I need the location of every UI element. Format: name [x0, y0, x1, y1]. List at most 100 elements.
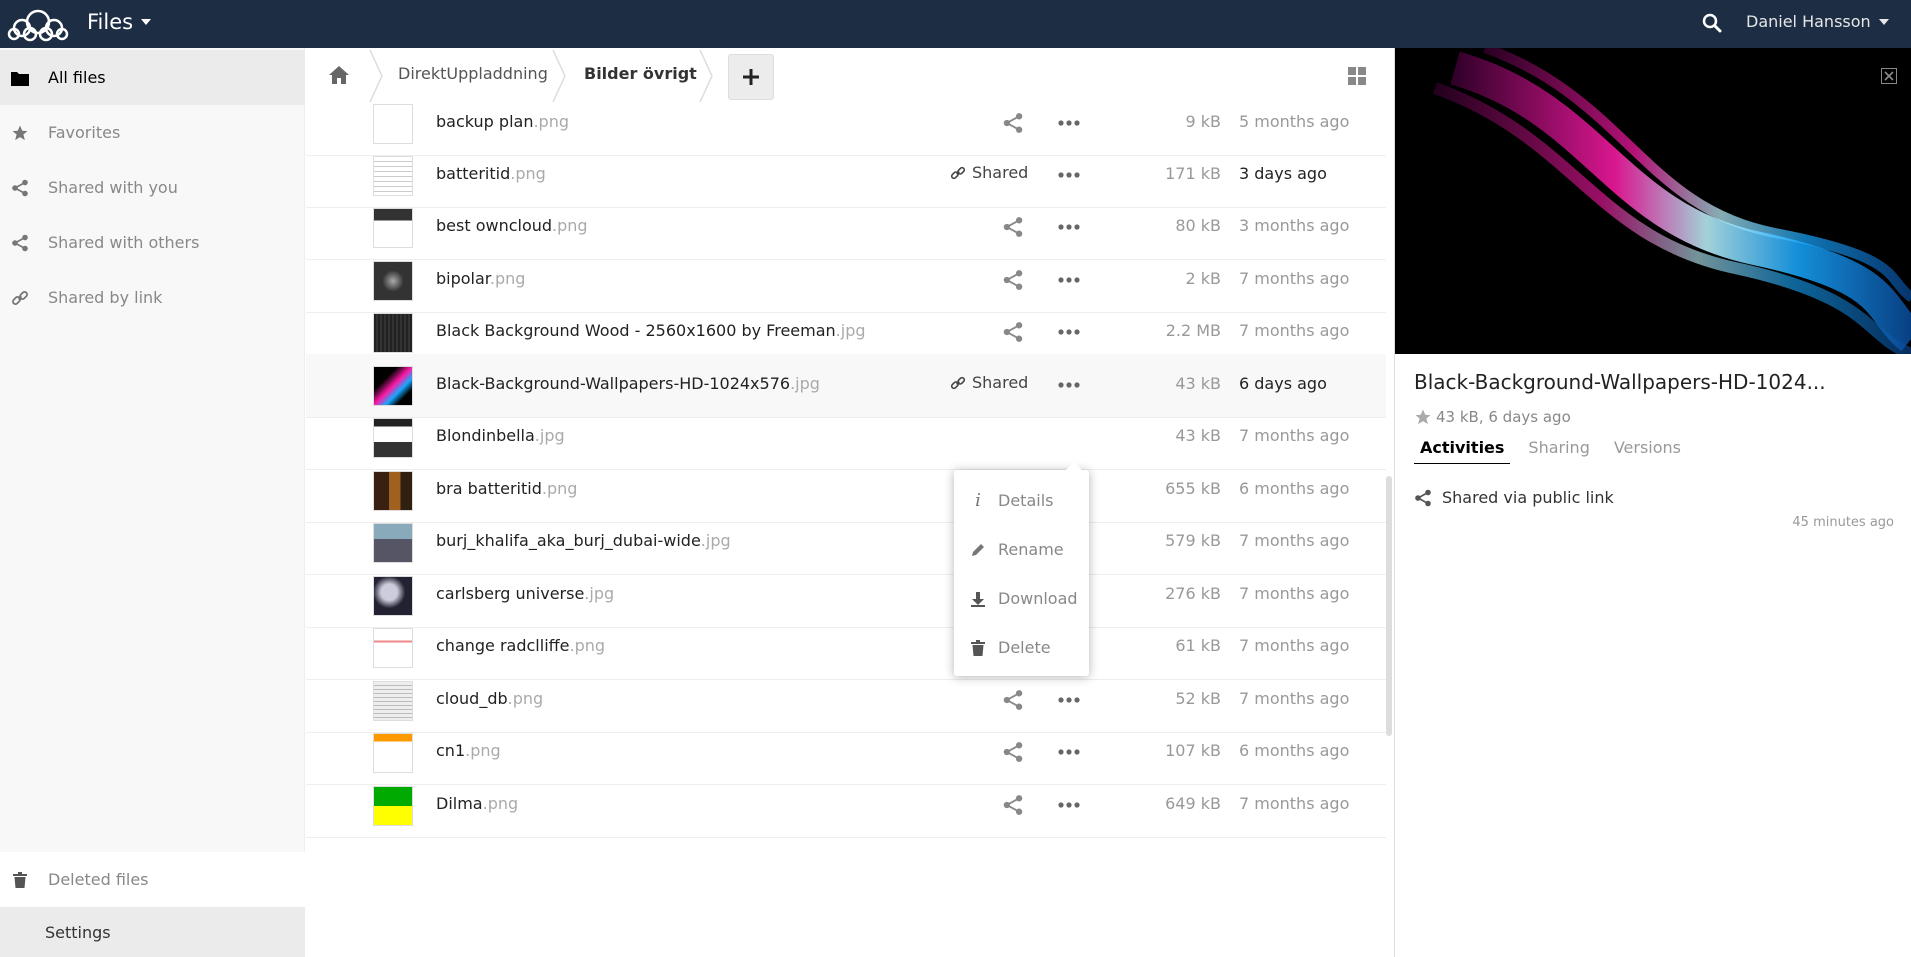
- more-actions-icon[interactable]: [1058, 118, 1080, 128]
- more-actions-icon[interactable]: [1058, 800, 1080, 810]
- menu-item-delete[interactable]: Delete: [954, 623, 1089, 672]
- download-icon: [968, 591, 988, 607]
- menu-item-rename[interactable]: Rename: [954, 525, 1089, 574]
- file-list-scrollbar[interactable]: [1386, 476, 1392, 736]
- more-actions-icon[interactable]: [1058, 170, 1080, 180]
- breadcrumb-current[interactable]: Bilder övrigt: [584, 64, 697, 83]
- sidebar-item-label: Deleted files: [48, 870, 149, 889]
- file-name[interactable]: burj_khalifa_aka_burj_dubai-wide.jpg: [436, 531, 731, 550]
- shared-button[interactable]: Shared: [950, 163, 1028, 182]
- user-name: Daniel Hansson: [1746, 12, 1871, 31]
- share-icon: [1415, 489, 1431, 506]
- file-name[interactable]: carlsberg universe.jpg: [436, 584, 614, 603]
- file-thumbnail[interactable]: [373, 156, 413, 196]
- info-icon: i: [975, 490, 981, 511]
- more-actions-icon[interactable]: [1058, 275, 1080, 285]
- file-name[interactable]: Black Background Wood - 2560x1600 by Fre…: [436, 321, 866, 340]
- file-name[interactable]: Blondinbella.jpg: [436, 426, 565, 445]
- file-name[interactable]: batteritid.png: [436, 164, 546, 183]
- share-icon[interactable]: [1002, 112, 1024, 134]
- menu-item-label: Details: [998, 491, 1054, 510]
- share-icon[interactable]: [1002, 216, 1024, 238]
- link-icon: [10, 288, 30, 308]
- file-name[interactable]: change radclliffe.png: [436, 636, 605, 655]
- file-thumbnail[interactable]: [373, 628, 413, 668]
- sidebar-item-favorites[interactable]: Favorites: [0, 105, 305, 160]
- file-name[interactable]: Black-Background-Wallpapers-HD-1024x576.…: [436, 374, 820, 393]
- file-name[interactable]: bipolar.png: [436, 269, 525, 288]
- tab-sharing[interactable]: Sharing: [1522, 438, 1595, 464]
- file-name[interactable]: best owncloud.png: [436, 216, 588, 235]
- file-row[interactable]: Dilma.png 649 kB 7 months ago: [306, 774, 1386, 838]
- file-basename: bipolar: [436, 269, 490, 288]
- sidebar-item-shared-with-others[interactable]: Shared with others: [0, 215, 305, 270]
- file-thumbnail[interactable]: [373, 366, 413, 406]
- file-thumbnail[interactable]: [373, 786, 413, 826]
- owncloud-logo[interactable]: [6, 4, 70, 44]
- app-menu-button[interactable]: Files: [87, 10, 152, 34]
- close-icon[interactable]: [1881, 68, 1897, 84]
- menu-item-download[interactable]: Download: [954, 574, 1089, 623]
- search-icon[interactable]: [1700, 11, 1724, 35]
- file-thumbnail[interactable]: [373, 104, 413, 144]
- caret-down-icon: [1878, 18, 1889, 25]
- breadcrumb-separator: [552, 50, 566, 102]
- file-size: 276 kB: [1165, 584, 1221, 603]
- more-actions-icon[interactable]: [1058, 747, 1080, 757]
- link-icon: [950, 166, 966, 179]
- home-icon[interactable]: [328, 64, 350, 86]
- more-actions-icon[interactable]: [1058, 222, 1080, 232]
- file-basename: Black-Background-Wallpapers-HD-1024x576: [436, 374, 791, 393]
- shared-button[interactable]: Shared: [950, 373, 1028, 392]
- grid-view-icon[interactable]: [1347, 66, 1367, 86]
- file-modified-date: 7 months ago: [1239, 269, 1350, 288]
- file-basename: change radclliffe: [436, 636, 570, 655]
- file-thumbnail[interactable]: [373, 261, 413, 301]
- file-thumbnail[interactable]: [373, 733, 413, 773]
- new-file-button[interactable]: [728, 54, 774, 100]
- file-thumbnail[interactable]: [373, 681, 413, 721]
- trash-icon: [968, 639, 988, 656]
- file-extension: .jpg: [835, 321, 866, 340]
- file-extension: .jpg: [534, 426, 565, 445]
- file-modified-date: 7 months ago: [1239, 426, 1350, 445]
- file-thumbnail[interactable]: [373, 576, 413, 616]
- file-size: 43 kB: [1175, 374, 1221, 393]
- file-thumbnail[interactable]: [373, 208, 413, 248]
- tab-versions[interactable]: Versions: [1608, 438, 1687, 464]
- file-name[interactable]: backup plan.png: [436, 112, 569, 131]
- file-name[interactable]: cloud_db.png: [436, 689, 543, 708]
- file-thumbnail[interactable]: [373, 523, 413, 563]
- share-icon[interactable]: [1002, 321, 1024, 343]
- share-icon[interactable]: [1002, 741, 1024, 763]
- menu-item-details[interactable]: i Details: [954, 476, 1089, 525]
- share-icon[interactable]: [1002, 269, 1024, 291]
- breadcrumb-item[interactable]: DirektUppladdning: [398, 64, 548, 83]
- file-thumbnail[interactable]: [373, 418, 413, 458]
- tab-activities[interactable]: Activities: [1414, 438, 1511, 464]
- sidebar-item-label: Shared by link: [48, 288, 163, 307]
- activity-timestamp: 45 minutes ago: [1792, 515, 1894, 530]
- file-size: 43 kB: [1175, 426, 1221, 445]
- file-name[interactable]: bra batteritid.png: [436, 479, 577, 498]
- sidebar-item-shared-with-you[interactable]: Shared with you: [0, 160, 305, 215]
- share-icon[interactable]: [1002, 794, 1024, 816]
- file-name[interactable]: cn1.png: [436, 741, 501, 760]
- more-actions-icon[interactable]: [1058, 327, 1080, 337]
- more-actions-icon[interactable]: [1058, 695, 1080, 705]
- share-icon[interactable]: [1002, 689, 1024, 711]
- user-menu-button[interactable]: Daniel Hansson: [1746, 12, 1889, 31]
- file-thumbnail[interactable]: [373, 313, 413, 353]
- more-actions-icon[interactable]: [1058, 380, 1080, 390]
- app-name-label: Files: [87, 10, 134, 34]
- file-thumbnail[interactable]: [373, 471, 413, 511]
- file-size: 171 kB: [1165, 164, 1221, 183]
- star-icon[interactable]: [1414, 408, 1432, 426]
- sidebar-item-deleted-files[interactable]: Deleted files: [0, 852, 305, 907]
- file-basename: Black Background Wood - 2560x1600 by Fre…: [436, 321, 836, 340]
- sidebar-item-all-files[interactable]: All files: [0, 50, 305, 105]
- sidebar-settings-button[interactable]: Settings: [0, 907, 305, 957]
- sidebar-item-shared-by-link[interactable]: Shared by link: [0, 270, 305, 325]
- details-tabs: Activities Sharing Versions: [1414, 438, 1699, 464]
- file-name[interactable]: Dilma.png: [436, 794, 518, 813]
